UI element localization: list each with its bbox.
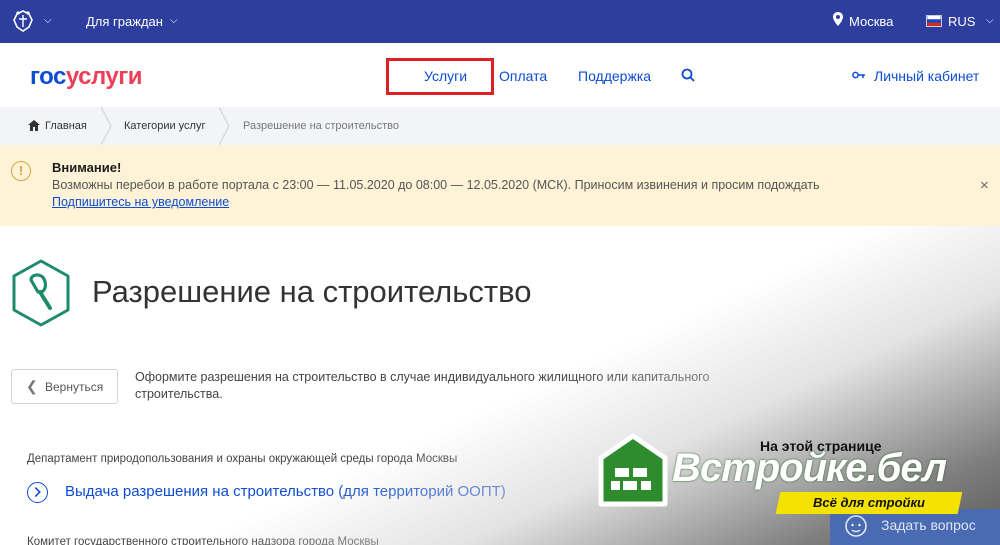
trowel-icon: [12, 259, 70, 327]
close-icon[interactable]: ×: [980, 177, 989, 194]
personal-cabinet-link[interactable]: Личный кабинет: [874, 68, 979, 84]
chevron-down-icon[interactable]: ⌵: [986, 15, 994, 26]
breadcrumb: Главная Категории услуг Разрешение на ст…: [0, 107, 1000, 145]
watermark-tagline-box: Всё для стройки: [775, 492, 963, 514]
ask-question-button[interactable]: Задать вопрос: [830, 509, 1000, 545]
breadcrumb-home[interactable]: Главная: [45, 120, 87, 132]
breadcrumb-categories[interactable]: Категории услуг: [124, 120, 205, 132]
language-selector[interactable]: RUS: [948, 14, 975, 29]
chevron-left-icon: ❮: [26, 378, 38, 394]
chat-bubble-icon: [845, 515, 867, 537]
watermark-house-logo: [598, 433, 668, 507]
nav-payment[interactable]: Оплата: [499, 68, 547, 84]
watermark-brand: Встройке.бел: [672, 446, 947, 490]
alert-title: Внимание!: [52, 160, 122, 175]
search-icon[interactable]: [681, 68, 695, 82]
chevron-down-icon[interactable]: ⌵: [44, 15, 52, 26]
nav-support[interactable]: Поддержка: [578, 68, 651, 84]
key-icon: [852, 71, 865, 79]
back-button-label: Вернуться: [45, 380, 104, 394]
nav-services[interactable]: Услуги: [424, 68, 467, 84]
maintenance-alert: ! Внимание! Возможны перебои в работе по…: [0, 145, 1000, 226]
page-title: Разрешение на строительство: [92, 274, 532, 309]
home-icon: [28, 120, 40, 131]
ask-question-label: Задать вопрос: [881, 517, 976, 533]
coat-of-arms-icon[interactable]: [10, 8, 36, 34]
back-button[interactable]: ❮ Вернуться: [11, 369, 118, 404]
breadcrumb-current: Разрешение на строительство: [243, 120, 399, 132]
chevron-right-circle-icon[interactable]: [27, 482, 48, 503]
watermark-tagline: Всё для стройки: [813, 495, 925, 510]
logo-part-gos: гос: [30, 63, 66, 90]
map-pin-icon: [833, 12, 843, 26]
alert-text: Возможны перебои в работе портала с 23:0…: [52, 178, 820, 192]
subscribe-notification-link[interactable]: Подпишитесь на уведомление: [52, 195, 229, 209]
breadcrumb-separator: [219, 107, 230, 145]
service-link-oopt[interactable]: Выдача разрешения на строительство (для …: [65, 483, 506, 500]
breadcrumb-separator: [101, 107, 112, 145]
chevron-down-icon[interactable]: ⌵: [170, 15, 178, 26]
gosuslugi-logo[interactable]: госуслуги: [30, 63, 143, 91]
logo-part-uslugi: услуги: [65, 63, 143, 90]
warning-icon: !: [11, 161, 31, 181]
russian-flag-icon: [926, 15, 942, 27]
for-citizens-menu[interactable]: Для граждан: [86, 14, 163, 29]
top-bar: ⌵ Для граждан ⌵ Москва RUS ⌵: [0, 0, 1000, 43]
city-selector[interactable]: Москва: [849, 14, 893, 29]
department-name: Комитет государственного строительного н…: [27, 536, 379, 545]
service-description: Оформите разрешения на строительство в с…: [135, 370, 710, 401]
department-name: Департамент природопользования и охраны …: [27, 453, 458, 465]
site-header: госуслуги Услуги Оплата Поддержка Личный…: [0, 43, 1000, 107]
